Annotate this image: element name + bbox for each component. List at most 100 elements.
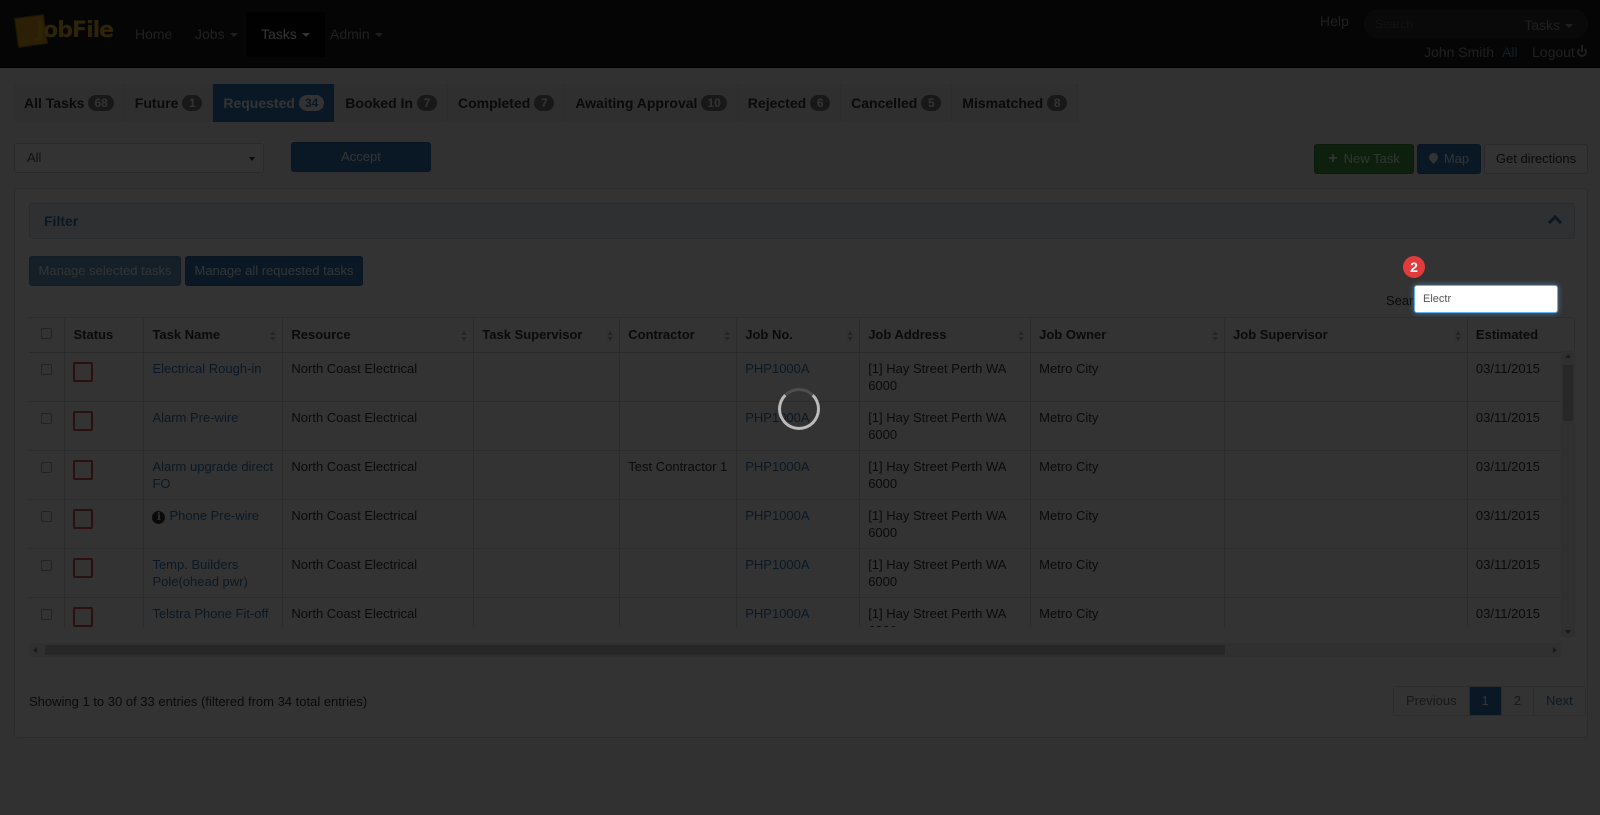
search-scope-dropdown[interactable]: Tasks — [1524, 17, 1573, 33]
job-supervisor-cell — [1224, 499, 1468, 549]
tab-rejected[interactable]: Rejected 6 — [737, 84, 842, 122]
tab-requested[interactable]: Requested 34 — [213, 84, 336, 122]
logout-link[interactable]: Logout — [1532, 44, 1587, 60]
column-label: Job Owner — [1039, 327, 1107, 343]
row-checkbox[interactable] — [41, 510, 53, 522]
nav-tasks[interactable]: Tasks — [246, 12, 325, 57]
job-supervisor-cell — [1224, 401, 1468, 451]
tab-cancelled[interactable]: Cancelled 5 — [841, 84, 953, 122]
resource-cell: North Coast Electrical — [282, 499, 475, 549]
task-name-link[interactable]: Electrical Rough-in — [152, 361, 261, 376]
task-name-link[interactable]: Alarm Pre-wire — [152, 410, 238, 425]
row-checkbox[interactable] — [41, 461, 53, 473]
row-checkbox-cell — [29, 401, 66, 451]
row-checkbox[interactable] — [41, 559, 53, 571]
status-indicator[interactable] — [73, 459, 94, 480]
page-next[interactable]: Next — [1534, 687, 1585, 715]
row-checkbox-cell — [29, 548, 66, 598]
task-name-cell: Telstra Phone Fit-off — [143, 597, 284, 627]
column-job-supervisor[interactable]: Job Supervisor — [1224, 318, 1468, 353]
column-label: Job Supervisor — [1233, 327, 1328, 343]
column-job-address[interactable]: Job Address — [859, 318, 1032, 353]
count-badge: 6 — [810, 95, 831, 111]
task-name-link[interactable]: Phone Pre-wire — [169, 508, 259, 523]
job-no-cell: PHP1000A — [736, 450, 861, 500]
scroll-left-icon[interactable] — [33, 647, 37, 653]
scroll-up-icon[interactable] — [1565, 354, 1571, 358]
nav-tasks-label: Tasks — [261, 26, 297, 42]
select-all-checkbox[interactable] — [41, 328, 53, 340]
table-row[interactable]: Telstra Phone Fit-off North Coast Electr… — [29, 597, 1575, 627]
jobfile-logo[interactable]: JobFile — [14, 8, 114, 52]
status-cell — [64, 597, 145, 627]
job-no-link[interactable]: PHP1000A — [745, 508, 809, 523]
user-all-link[interactable]: All — [1502, 44, 1518, 60]
page-1[interactable]: 1 — [1469, 687, 1502, 715]
tab-all-tasks[interactable]: All Tasks 68 — [14, 84, 125, 122]
table-row[interactable]: Temp. Builders Pole(ohead pwr) North Coa… — [29, 548, 1575, 598]
help-link[interactable]: Help — [1320, 13, 1349, 29]
tab-completed[interactable]: Completed 7 — [447, 84, 566, 122]
tab-booked-in[interactable]: Booked In 7 — [335, 84, 448, 122]
job-supervisor-cell — [1224, 352, 1468, 402]
column-job-owner[interactable]: Job Owner — [1030, 318, 1226, 353]
tab-awaiting-approval[interactable]: Awaiting Approval 10 — [565, 84, 738, 122]
job-no-link[interactable]: PHP1000A — [745, 606, 809, 621]
nav-home[interactable]: Home — [120, 12, 187, 57]
manage-all-requested-tasks-button[interactable]: Manage all requested tasks — [185, 256, 363, 286]
job-no-link[interactable]: PHP1000A — [745, 459, 809, 474]
job-supervisor-cell — [1224, 548, 1468, 598]
manage-selected-tasks-button[interactable]: Manage selected tasks — [29, 256, 181, 286]
tab-mismatched[interactable]: Mismatched 8 — [952, 84, 1079, 122]
column-status[interactable]: Status — [64, 318, 145, 353]
row-checkbox-cell — [29, 352, 66, 402]
status-indicator[interactable] — [73, 557, 94, 578]
scroll-thumb[interactable] — [45, 645, 1225, 655]
info-icon[interactable]: i — [152, 510, 166, 524]
job-no-link[interactable]: PHP1000A — [745, 557, 809, 572]
column-task-name[interactable]: Task Name — [143, 318, 284, 353]
status-indicator[interactable] — [73, 361, 94, 382]
column-estimated[interactable]: Estimated — [1467, 318, 1575, 353]
scroll-right-icon[interactable] — [1553, 647, 1557, 653]
table-search-input[interactable] — [1414, 285, 1558, 313]
column-job-no[interactable]: Job No. — [736, 318, 861, 353]
map-button[interactable]: Map — [1417, 144, 1481, 174]
filter-title: Filter — [44, 213, 79, 229]
scroll-down-icon[interactable] — [1565, 630, 1571, 634]
column-task-supervisor[interactable]: Task Supervisor — [473, 318, 621, 353]
page-2[interactable]: 2 — [1501, 687, 1535, 715]
scroll-thumb[interactable] — [1563, 365, 1573, 421]
column-resource[interactable]: Resource — [282, 318, 475, 353]
row-checkbox[interactable] — [41, 363, 53, 375]
accept-button[interactable]: Accept — [291, 142, 431, 172]
global-search-input[interactable] — [1375, 15, 1505, 33]
page-previous[interactable]: Previous — [1394, 687, 1470, 715]
map-label: Map — [1443, 151, 1470, 166]
status-indicator[interactable] — [73, 410, 94, 431]
nav-admin[interactable]: Admin — [315, 12, 398, 57]
nav-jobs[interactable]: Jobs — [180, 12, 253, 57]
table-vertical-scrollbar[interactable] — [1561, 351, 1575, 637]
job-no-link[interactable]: PHP1000A — [745, 361, 809, 376]
task-name-link[interactable]: Alarm upgrade direct FO — [152, 459, 273, 491]
search-scope-label: Tasks — [1524, 17, 1560, 33]
status-indicator[interactable] — [73, 606, 94, 627]
get-directions-button[interactable]: Get directions — [1484, 144, 1588, 174]
filter-toggle[interactable]: Filter — [29, 203, 1575, 239]
table-header-row: Status Task Name Resource Task Superviso… — [29, 318, 1575, 353]
row-checkbox[interactable] — [41, 608, 53, 620]
table-row[interactable]: Alarm upgrade direct FO North Coast Elec… — [29, 450, 1575, 500]
task-name-link[interactable]: Telstra Phone Fit-off — [152, 606, 268, 621]
column-contractor[interactable]: Contractor — [619, 318, 738, 353]
task-name-link[interactable]: Temp. Builders Pole(ohead pwr) — [152, 557, 247, 589]
status-indicator[interactable] — [73, 508, 94, 529]
new-task-button[interactable]: + New Task — [1314, 144, 1414, 174]
task-supervisor-cell — [473, 499, 621, 549]
table-horizontal-scrollbar[interactable] — [29, 643, 1561, 657]
tab-future[interactable]: Future 1 — [124, 84, 214, 122]
job-address-cell: [1] Hay Street Perth WA 6000 — [859, 450, 1032, 500]
row-checkbox[interactable] — [41, 412, 53, 424]
table-row[interactable]: i Phone Pre-wire North Coast Electrical P… — [29, 499, 1575, 549]
task-filter-select[interactable]: All — [14, 143, 264, 173]
